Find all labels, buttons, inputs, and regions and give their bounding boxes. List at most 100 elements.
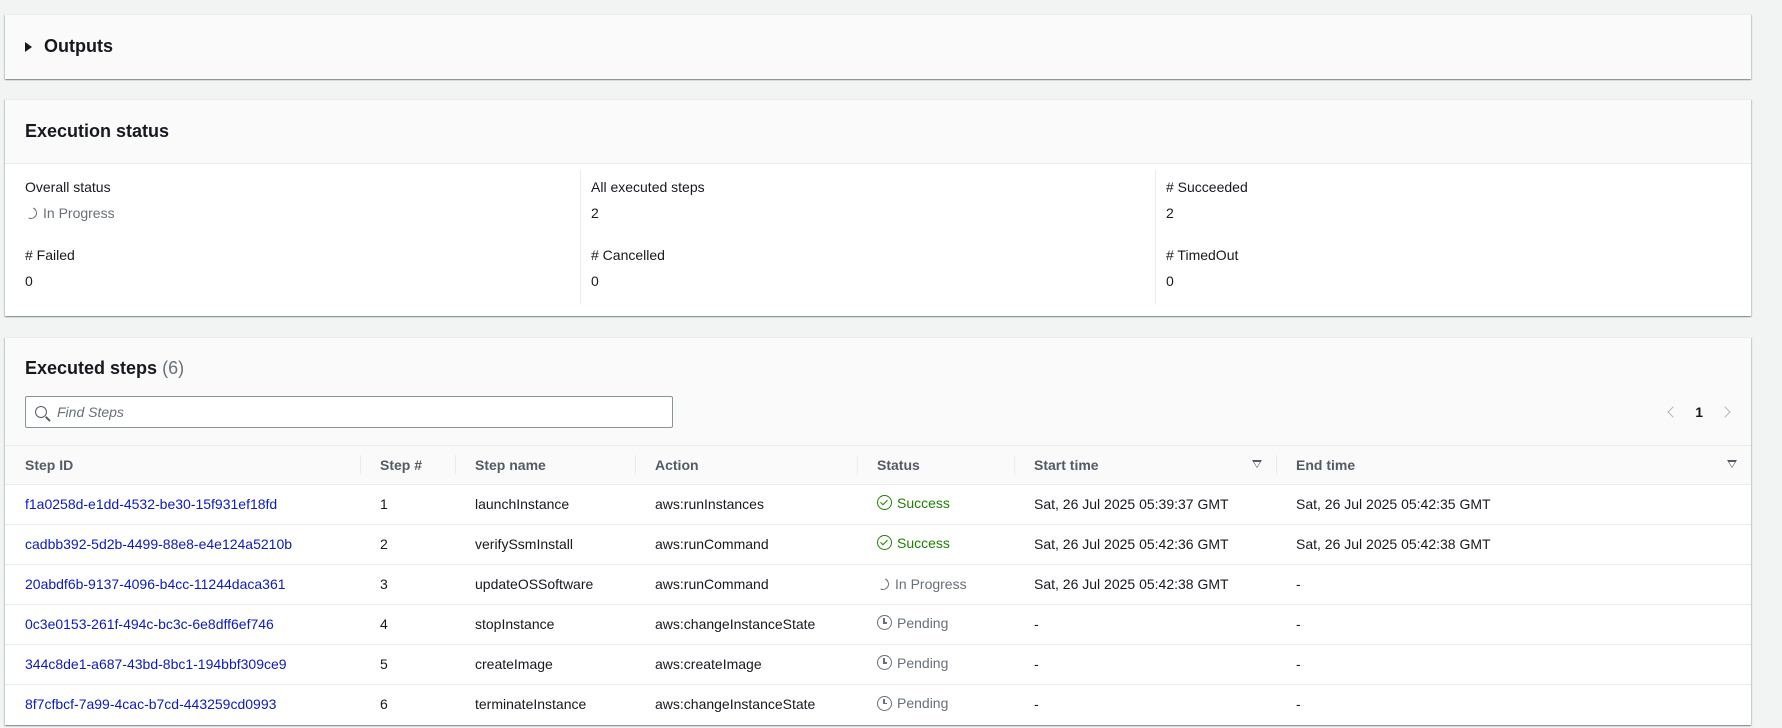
executed-steps-table: Step ID Step # Step name Action Status S…	[5, 446, 1751, 724]
executed-steps-panel: Executed steps (6) 1 Step ID Step # Step…	[5, 337, 1751, 725]
sort-down-icon[interactable]	[1727, 460, 1737, 468]
outputs-toggle[interactable]: Outputs	[5, 15, 1751, 78]
executed-steps-title: Executed steps (6)	[25, 358, 184, 379]
step-name: verifySsmInstall	[475, 536, 574, 552]
step-end-time: -	[1296, 656, 1301, 672]
table-row: cadbb392-5d2b-4499-88e8-e4e124a5210b 2 v…	[5, 524, 1751, 564]
search-icon	[35, 406, 47, 418]
status-badge: In Progress	[875, 575, 967, 592]
outputs-title: Outputs	[44, 36, 113, 56]
status-badge: Pending	[877, 695, 948, 711]
step-number: 3	[380, 576, 388, 592]
step-action: aws:runCommand	[655, 536, 769, 552]
step-name: terminateInstance	[475, 696, 587, 713]
table-row: 0c3e0153-261f-494c-bc3c-6e8dff6ef746 4 s…	[5, 604, 1751, 644]
col-header-start-time[interactable]: Start time	[1014, 446, 1276, 484]
cancelled-value: 0	[591, 273, 599, 289]
step-id-link[interactable]: 0c3e0153-261f-494c-bc3c-6e8dff6ef746	[25, 616, 274, 632]
col-header-step-num[interactable]: Step #	[360, 446, 455, 484]
step-status: Pending	[857, 604, 1014, 644]
table-row: 344c8de1-a687-43bd-8bc1-194bbf309ce9 5 c…	[5, 644, 1751, 684]
step-start-time: Sat, 26 Jul 2025 05:39:37 GMT	[1034, 496, 1229, 512]
col-header-action[interactable]: Action	[635, 446, 857, 484]
step-number: 6	[380, 696, 388, 713]
step-end-time: -	[1296, 576, 1301, 592]
spinner-icon	[875, 575, 891, 592]
chevron-right-icon[interactable]	[1719, 406, 1731, 418]
step-name: stopInstance	[475, 616, 555, 632]
status-text: In Progress	[895, 575, 967, 592]
status-column-2: All executed steps 2 # Cancelled 0	[580, 170, 1155, 304]
status-badge: Success	[877, 535, 950, 551]
caret-right-icon	[25, 41, 32, 52]
overall-status-label: Overall status	[25, 179, 111, 195]
step-status: Success	[857, 484, 1014, 524]
executed-steps-header: Executed steps (6) 1	[5, 338, 1751, 446]
all-executed-steps: All executed steps 2	[591, 178, 1155, 246]
timedout-count: # TimedOut 0	[1166, 246, 1751, 314]
outputs-panel: Outputs	[5, 14, 1751, 79]
check-circle-icon	[877, 535, 892, 551]
step-name: launchInstance	[475, 496, 570, 512]
status-text: Pending	[897, 614, 949, 631]
step-status: Pending	[857, 684, 1014, 724]
step-name: updateOSSoftware	[475, 576, 594, 592]
overall-status-value: In Progress	[23, 204, 115, 222]
table-header-row: Step ID Step # Step name Action Status S…	[5, 446, 1751, 484]
step-name: createImage	[475, 656, 553, 672]
status-column-1: Overall status In Progress # Failed 0	[5, 164, 580, 316]
status-text: Success	[897, 494, 950, 511]
col-header-status[interactable]: Status	[857, 446, 1014, 484]
sort-down-icon[interactable]	[1252, 460, 1262, 468]
clock-icon	[877, 615, 892, 631]
clock-icon	[877, 695, 892, 711]
status-badge: Pending	[877, 655, 948, 671]
col-header-step-id[interactable]: Step ID	[5, 446, 360, 484]
end-time-label: End time	[1296, 456, 1356, 473]
table-row: 20abdf6b-9137-4096-b4cc-11244daca361 3 u…	[5, 564, 1751, 604]
step-action: aws:createImage	[655, 656, 762, 672]
step-status: Success	[857, 524, 1014, 564]
failed-count: # Failed 0	[25, 246, 580, 314]
step-id-link[interactable]: cadbb392-5d2b-4499-88e8-e4e124a5210b	[25, 536, 292, 552]
overall-status: Overall status In Progress	[23, 178, 580, 246]
overall-status-text: In Progress	[43, 205, 115, 221]
step-end-time: Sat, 26 Jul 2025 05:42:38 GMT	[1296, 536, 1491, 552]
all-steps-value: 2	[591, 205, 599, 221]
step-start-time: -	[1034, 696, 1039, 713]
find-steps-search[interactable]	[25, 396, 673, 428]
step-id-link[interactable]: 344c8de1-a687-43bd-8bc1-194bbf309ce9	[25, 656, 287, 672]
step-id-link[interactable]: f1a0258d-e1dd-4532-be30-15f931ef18fd	[25, 496, 277, 512]
step-start-time: -	[1034, 616, 1039, 632]
status-text: Pending	[897, 654, 949, 671]
executed-steps-count: (6)	[162, 358, 185, 378]
succeeded-label: # Succeeded	[1166, 179, 1248, 195]
step-id-link[interactable]: 8f7cfbcf-7a99-4cac-b7cd-443259cd0993	[25, 696, 276, 712]
chevron-left-icon[interactable]	[1667, 406, 1679, 418]
timedout-label: # TimedOut	[1166, 247, 1239, 263]
succeeded-value: 2	[1166, 205, 1174, 221]
execution-status-grid: Overall status In Progress # Failed 0 Al…	[5, 164, 1751, 316]
all-steps-label: All executed steps	[591, 179, 705, 195]
step-id-link[interactable]: 20abdf6b-9137-4096-b4cc-11244daca361	[25, 576, 286, 592]
find-steps-input[interactable]	[57, 404, 637, 420]
col-header-end-time[interactable]: End time	[1276, 446, 1751, 484]
step-action: aws:runInstances	[655, 496, 764, 512]
current-page[interactable]: 1	[1695, 404, 1703, 420]
step-end-time: -	[1296, 696, 1301, 713]
step-start-time: -	[1034, 656, 1039, 672]
executed-steps-title-text: Executed steps	[25, 358, 158, 378]
status-column-3: # Succeeded 2 # TimedOut 0	[1155, 170, 1751, 304]
step-number: 5	[380, 656, 388, 672]
execution-status-title: Execution status	[25, 121, 170, 141]
step-start-time: Sat, 26 Jul 2025 05:42:36 GMT	[1034, 536, 1229, 552]
step-start-time: Sat, 26 Jul 2025 05:42:38 GMT	[1034, 576, 1229, 592]
step-action: aws:changeInstanceState	[655, 696, 816, 713]
step-status: Pending	[857, 644, 1014, 684]
col-header-step-name[interactable]: Step name	[455, 446, 635, 484]
cancelled-count: # Cancelled 0	[591, 246, 1155, 314]
table-row: 8f7cfbcf-7a99-4cac-b7cd-443259cd0993 6 t…	[5, 684, 1751, 724]
failed-value: 0	[25, 273, 33, 289]
status-text: Pending	[897, 695, 949, 711]
timedout-value: 0	[1166, 273, 1174, 289]
